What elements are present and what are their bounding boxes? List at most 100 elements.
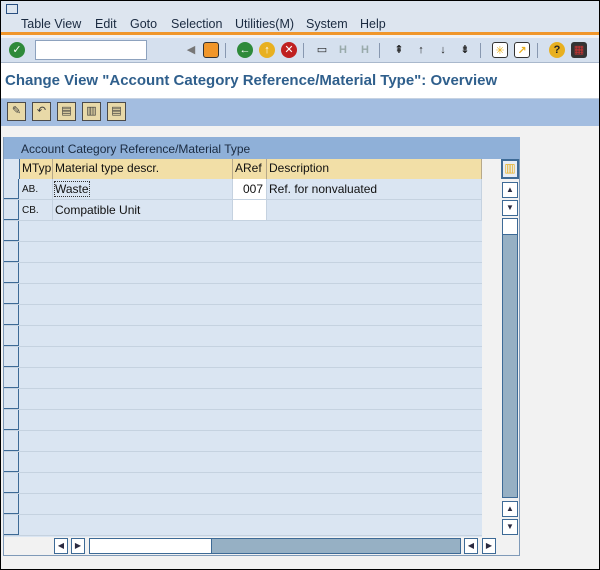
row-selector[interactable]	[4, 242, 19, 262]
row-selector[interactable]	[4, 410, 19, 430]
scroll-page-down-button[interactable]: ▼	[502, 519, 518, 535]
table-row	[4, 452, 482, 473]
empty-cell	[20, 389, 53, 409]
aref-input[interactable]	[233, 200, 267, 220]
row-selector[interactable]	[4, 473, 19, 493]
empty-cell	[20, 242, 53, 262]
table-header-row: MTyp Material type descr. ARef Descripti…	[4, 159, 482, 179]
display-change-icon[interactable]: ✎	[7, 102, 26, 121]
column-header-material-descr[interactable]: Material type descr.	[53, 159, 233, 179]
table-row	[4, 242, 482, 263]
find-next-icon: H	[361, 44, 369, 56]
column-config-icon[interactable]: ▥	[501, 159, 519, 179]
select-block-icon[interactable]: ▥	[82, 102, 101, 121]
row-selector[interactable]	[4, 368, 19, 388]
horizontal-scroll-track[interactable]	[89, 538, 461, 554]
undo-icon[interactable]: ↶	[32, 102, 51, 121]
row-selector[interactable]	[4, 494, 19, 514]
last-page-icon[interactable]: ⇟	[457, 42, 473, 58]
select-all-icon[interactable]: ▤	[57, 102, 76, 121]
first-page-icon[interactable]: ⇞	[391, 42, 407, 58]
empty-cell	[20, 494, 53, 514]
scroll-left-end-button[interactable]: ◀	[464, 538, 478, 554]
empty-cell	[20, 284, 53, 304]
row-selector[interactable]	[4, 221, 19, 241]
empty-cell	[20, 221, 53, 241]
table-grid: MTyp Material type descr. ARef Descripti…	[4, 159, 482, 537]
exit-icon[interactable]: ↑	[259, 42, 275, 58]
row-selector[interactable]	[4, 326, 19, 346]
select-all-rows[interactable]	[4, 159, 20, 179]
material-descr-text: Waste	[54, 181, 90, 197]
scroll-right-button[interactable]: ▶	[71, 538, 85, 554]
menu-bar: Table View Edit Goto Selection Utilities…	[1, 1, 599, 35]
cell-material-descr: Waste	[53, 179, 233, 199]
cell-material-descr: Compatible Unit	[53, 200, 233, 220]
table-row: CB. Compatible Unit	[4, 200, 482, 221]
row-selector[interactable]	[4, 284, 19, 304]
column-header-mtyp[interactable]: MTyp	[20, 159, 53, 179]
table-row	[4, 368, 482, 389]
shortcut-icon[interactable]: ↗	[514, 42, 530, 58]
menu-utilities[interactable]: Utilities(M)	[235, 17, 294, 31]
standard-toolbar: ✓ ◀ ← ↑ ✕ ▭ H H ⇞ ↑ ↓ ⇟ ✳ ↗ ? ▦	[1, 38, 599, 63]
menu-help[interactable]: Help	[360, 17, 386, 31]
cell-description: Ref. for nonvaluated	[267, 179, 482, 199]
back-icon[interactable]: ←	[237, 42, 253, 58]
menu-edit[interactable]: Edit	[95, 17, 117, 31]
menu-system[interactable]: System	[306, 17, 348, 31]
column-header-aref[interactable]: ARef	[233, 159, 267, 179]
vertical-scrollbar[interactable]: ▥ ▲ ▼ ▲ ▼	[501, 159, 519, 537]
row-selector[interactable]	[4, 179, 19, 199]
scroll-right-end-button[interactable]: ▶	[482, 538, 496, 554]
scroll-thumb[interactable]	[503, 219, 517, 235]
scroll-track[interactable]	[502, 218, 518, 498]
row-selector[interactable]	[4, 431, 19, 451]
row-selector[interactable]	[4, 347, 19, 367]
table-control: Account Category Reference/Material Type…	[3, 137, 520, 556]
menu-goto[interactable]: Goto	[130, 17, 157, 31]
scroll-page-up-button[interactable]: ▲	[502, 501, 518, 517]
deselect-all-icon[interactable]: ▤	[107, 102, 126, 121]
command-field[interactable]	[35, 40, 147, 60]
help-icon[interactable]: ?	[549, 42, 565, 58]
menu-table-view[interactable]: Table View	[21, 17, 81, 31]
cancel-icon[interactable]: ✕	[281, 42, 297, 58]
row-selector[interactable]	[4, 452, 19, 472]
table-row	[4, 284, 482, 305]
cell-mtyp: AB.	[20, 179, 53, 199]
menu-selection[interactable]: Selection	[171, 17, 222, 31]
system-menu-icon[interactable]	[6, 4, 18, 14]
scroll-down-button[interactable]: ▼	[502, 200, 518, 216]
enter-icon[interactable]: ✓	[9, 42, 25, 58]
table-row	[4, 515, 482, 536]
row-selector[interactable]	[4, 263, 19, 283]
scroll-left-button[interactable]: ◀	[54, 538, 68, 554]
row-selector[interactable]	[4, 515, 19, 535]
back-arrow-icon[interactable]: ◀	[183, 42, 199, 58]
print-icon[interactable]: ▭	[314, 42, 330, 58]
horizontal-scrollbar[interactable]: ◀ ▶ ◀ ▶	[54, 537, 500, 555]
empty-cell	[20, 410, 53, 430]
column-header-description[interactable]: Description	[267, 159, 482, 179]
aref-input[interactable]: 007	[233, 179, 267, 199]
previous-page-icon[interactable]: ↑	[413, 42, 429, 58]
empty-cell	[20, 305, 53, 325]
row-selector[interactable]	[4, 305, 19, 325]
row-selector[interactable]	[4, 200, 19, 220]
next-page-icon[interactable]: ↓	[435, 42, 451, 58]
find-icon: H	[339, 44, 347, 56]
scroll-up-button[interactable]: ▲	[502, 182, 518, 198]
table-row	[4, 347, 482, 368]
empty-cell	[20, 431, 53, 451]
new-session-icon[interactable]: ✳	[492, 42, 508, 58]
empty-cell	[20, 515, 53, 535]
customize-layout-icon[interactable]: ▦	[571, 42, 587, 58]
empty-cell	[20, 263, 53, 283]
row-selector[interactable]	[4, 389, 19, 409]
application-toolbar: ✎ ↶ ▤ ▥ ▤	[1, 99, 599, 126]
table-row	[4, 263, 482, 284]
horizontal-scroll-thumb[interactable]	[90, 539, 212, 553]
save-icon[interactable]	[203, 42, 219, 58]
table-row	[4, 326, 482, 347]
